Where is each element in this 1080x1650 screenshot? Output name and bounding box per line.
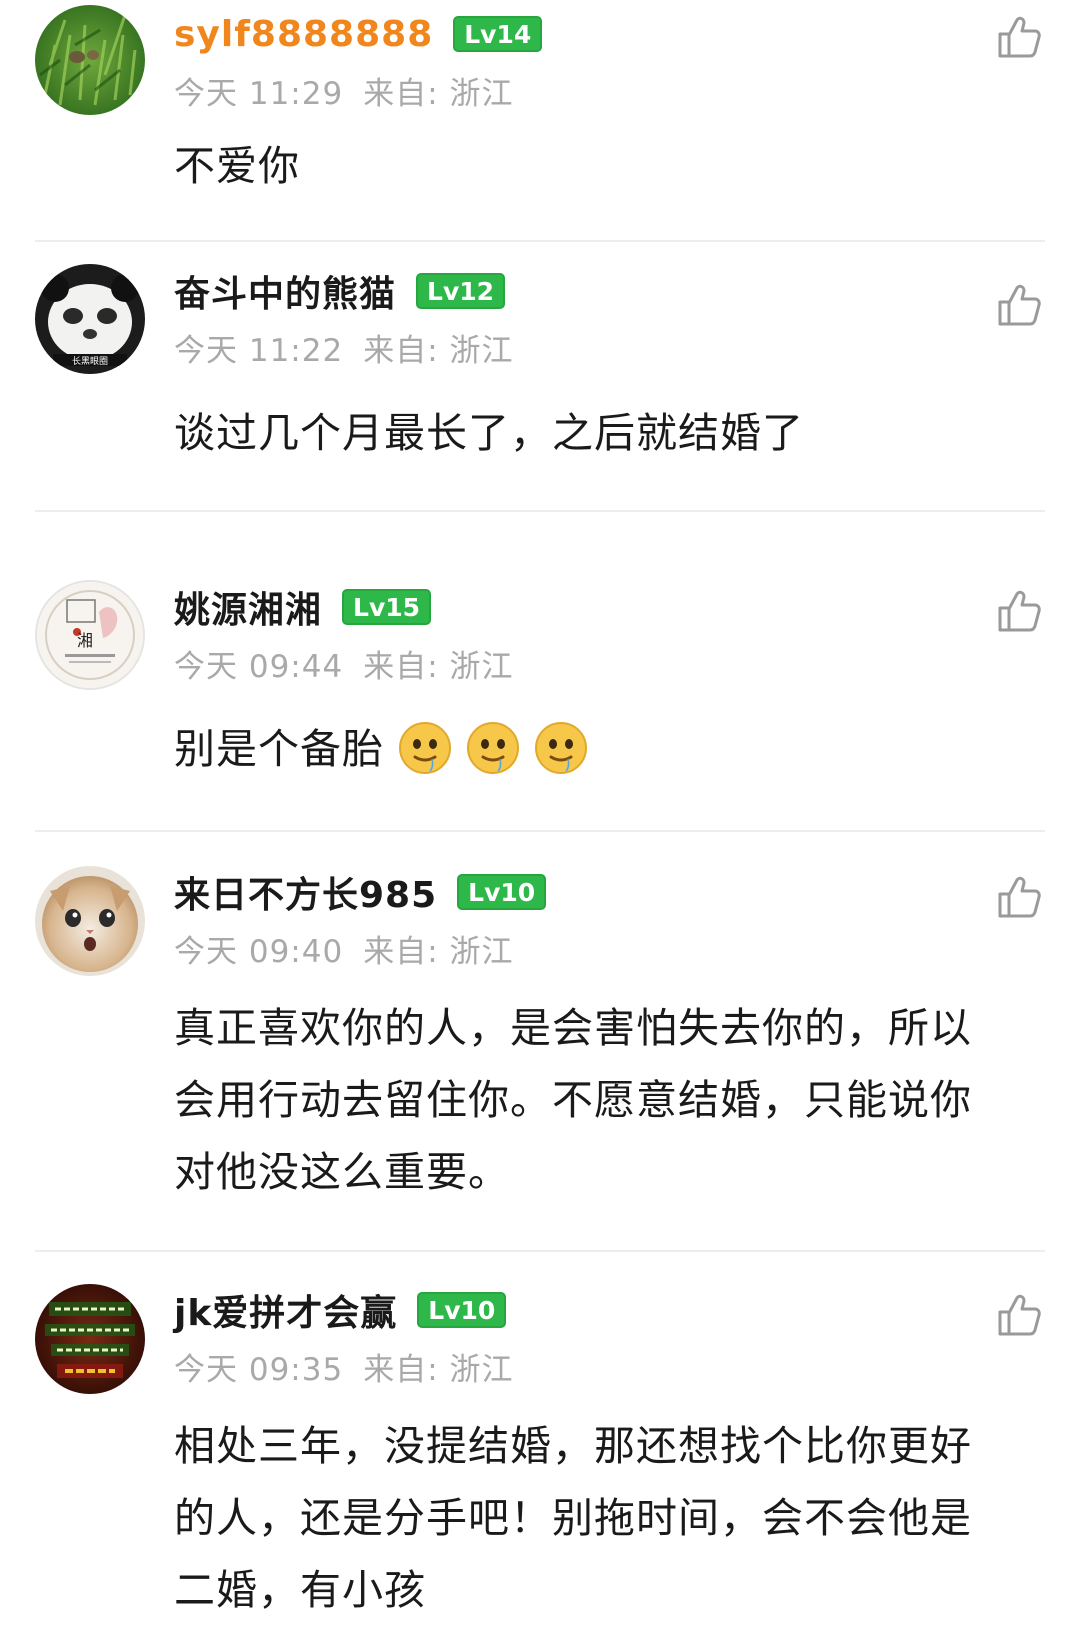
divider <box>35 830 1045 832</box>
comment-meta: 今天 11:22 来自: 浙江 <box>174 325 514 370</box>
like-icon[interactable] <box>996 874 1042 920</box>
comment-meta: 今天 09:40 来自: 浙江 <box>174 926 514 971</box>
comment-location: 来自: 浙江 <box>363 1352 514 1388</box>
level-badge: Lv10 <box>417 1292 507 1328</box>
avatar[interactable] <box>35 866 145 976</box>
like-icon[interactable] <box>996 1292 1042 1338</box>
comment-text: 真正喜欢你的人，是会害怕失去你的，所以 会用行动去留住你。不愿意结婚，只能说你 … <box>174 992 1024 1208</box>
avatar[interactable] <box>35 5 145 115</box>
comment-location: 来自: 浙江 <box>363 333 514 369</box>
comment-text-line: 真正喜欢你的人，是会害怕失去你的，所以 <box>174 1004 972 1052</box>
comment-time: 今天 09:40 <box>174 934 344 970</box>
username[interactable]: 奋斗中的熊猫 <box>174 265 396 317</box>
drooling-face-emoji <box>467 722 519 774</box>
drooling-face-emoji <box>535 722 587 774</box>
comment-text: 别是个备胎 <box>174 713 1024 785</box>
comment-text-line: 相处三年，没提结婚，那还想找个比你更好 <box>174 1422 972 1470</box>
drooling-face-emoji <box>399 722 451 774</box>
avatar[interactable]: 湘 <box>35 580 145 690</box>
username[interactable]: 来日不方长985 <box>174 866 437 918</box>
comment-text-line: 的人，还是分手吧！别拖时间，会不会他是 <box>174 1494 972 1542</box>
level-badge: Lv10 <box>457 874 547 910</box>
username-row: jk爱拼才会赢 Lv10 <box>174 1282 507 1338</box>
level-badge: Lv14 <box>453 16 543 52</box>
divider <box>35 510 1045 512</box>
like-icon[interactable] <box>996 282 1042 328</box>
comment-text: 不爱你 <box>174 142 300 190</box>
like-icon[interactable] <box>996 588 1042 634</box>
username[interactable]: jk爱拼才会赢 <box>174 1284 397 1336</box>
comment-location: 来自: 浙江 <box>363 934 514 970</box>
divider <box>35 240 1045 242</box>
like-icon[interactable] <box>996 14 1042 60</box>
comment-time: 今天 09:35 <box>174 1352 344 1388</box>
comment-time: 今天 11:29 <box>174 76 344 112</box>
comment-time: 今天 11:22 <box>174 333 344 369</box>
comment-text-line: 对他没这么重要。 <box>174 1148 510 1196</box>
username-row: sylf8888888 Lv14 <box>174 6 543 62</box>
comment-text: 谈过几个月最长了，之后就结婚了 <box>174 409 804 457</box>
username-row: 姚源湘湘 Lv15 <box>174 579 432 635</box>
avatar[interactable]: 长黑眼圈 <box>35 264 145 374</box>
svg-text:湘: 湘 <box>77 631 93 650</box>
comment-location: 来自: 浙江 <box>363 76 514 112</box>
username[interactable]: 姚源湘湘 <box>174 581 322 633</box>
username-row: 奋斗中的熊猫 Lv12 <box>174 263 506 319</box>
comment-text-line: 会用行动去留住你。不愿意结婚，只能说你 <box>174 1076 972 1124</box>
comment-text-body: 别是个备胎 <box>174 725 384 773</box>
comment-location: 来自: 浙江 <box>363 649 514 685</box>
comment-meta: 今天 11:29 来自: 浙江 <box>174 68 514 113</box>
level-badge: Lv12 <box>416 273 506 309</box>
svg-text:长黑眼圈: 长黑眼圈 <box>72 355 108 367</box>
comment-meta: 今天 09:44 来自: 浙江 <box>174 641 514 686</box>
comment-text-line: 二婚，有小孩 <box>174 1566 426 1614</box>
username[interactable]: sylf8888888 <box>174 14 433 55</box>
comment-time: 今天 09:44 <box>174 649 344 685</box>
comment-meta: 今天 09:35 来自: 浙江 <box>174 1344 514 1389</box>
avatar[interactable] <box>35 1284 145 1394</box>
comment-text: 相处三年，没提结婚，那还想找个比你更好 的人，还是分手吧！别拖时间，会不会他是 … <box>174 1410 1024 1626</box>
level-badge: Lv15 <box>342 589 432 625</box>
divider <box>35 1250 1045 1252</box>
username-row: 来日不方长985 Lv10 <box>174 864 547 920</box>
